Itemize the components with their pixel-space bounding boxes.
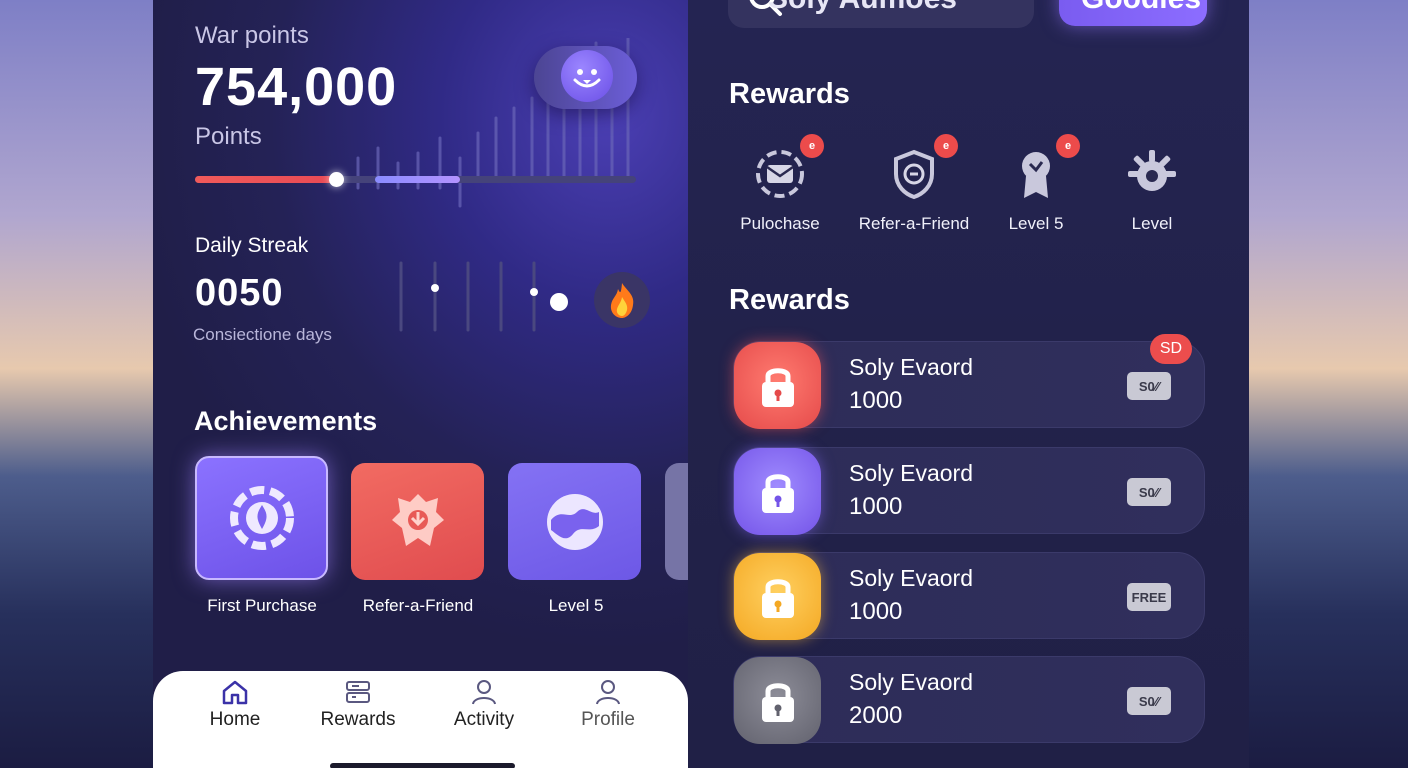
rewards-title: Rewards [729, 78, 850, 110]
progress-knob[interactable] [329, 172, 344, 187]
tab-label: Home [209, 709, 261, 730]
reward-tag: S0⁄⁄ [1127, 372, 1171, 400]
points-progress-bar [195, 172, 636, 187]
mail-icon [756, 150, 804, 198]
goodies-button-label: Goodies [1081, 0, 1201, 16]
war-points-label: War points [195, 22, 309, 49]
profile-icon [596, 680, 620, 705]
sd-badge: SD [1150, 334, 1192, 364]
reward-name: Soly Evaord [849, 565, 974, 591]
home-icon [222, 680, 248, 705]
reward-card[interactable]: Soly Evaord 1000 S0⁄⁄ [733, 447, 1205, 535]
tab-rewards[interactable]: Rewards [303, 679, 413, 731]
tab-label: Profile [581, 709, 635, 730]
category-label: Refer-a-Friend [858, 214, 970, 233]
reward-tag: S0⁄⁄ [1127, 478, 1171, 506]
daily-streak-value: 0050 [195, 272, 284, 314]
notification-badge: e [934, 134, 958, 158]
reward-category-level[interactable]: Level [1082, 146, 1222, 234]
notification-badge: e [1056, 134, 1080, 158]
lock-icon [734, 553, 821, 640]
mascot-icon [561, 50, 613, 102]
first-purchase-icon [229, 486, 294, 550]
tab-home[interactable]: Home [180, 679, 290, 731]
war-points-unit: Points [195, 123, 262, 150]
reward-points: 1000 [849, 493, 903, 520]
achievement-more[interactable] [665, 463, 688, 580]
fire-icon [594, 272, 650, 328]
reward-category-refer[interactable]: e Refer-a-Friend [844, 134, 984, 234]
bottom-tab-bar: Home Rewards Activity Profile [153, 671, 688, 768]
rewards-panel: Soly Aumoes Goodies Rewards e Pulochase … [688, 0, 1249, 768]
achievement-first-purchase[interactable] [195, 456, 328, 580]
rewards-icon [346, 681, 370, 703]
reward-name: Soly Evaord [849, 669, 974, 695]
shield-icon [894, 149, 934, 200]
daily-streak-unit: Consiectione days [193, 325, 332, 344]
reward-name: Soly Evaord [849, 460, 974, 486]
reward-points: 1000 [849, 387, 903, 414]
level-icon [546, 493, 603, 550]
tab-profile[interactable]: Profile [553, 679, 663, 731]
category-label: Level [1131, 214, 1173, 233]
lock-icon [734, 657, 821, 744]
tab-label: Rewards [320, 709, 396, 730]
achievement-level-5[interactable] [508, 463, 641, 580]
refer-friend-icon [391, 493, 444, 546]
reward-tag: FREE [1127, 583, 1171, 611]
achievement-label: Level 5 [548, 596, 604, 615]
ribbon-icon [1022, 152, 1050, 198]
gear-icon [1128, 150, 1176, 191]
achievements-title: Achievements [194, 406, 378, 436]
reward-card[interactable]: Soly Evaord 2000 S0⁄⁄ [733, 656, 1205, 744]
points-panel: War points 754,000 Points Daily Streak 0… [153, 0, 688, 768]
tab-activity[interactable]: Activity [429, 679, 539, 731]
reward-tag: S0⁄⁄ [1127, 687, 1171, 715]
reward-card[interactable]: Soly Evaord 1000 FREE [733, 552, 1205, 640]
achievement-refer-friend[interactable] [351, 463, 484, 580]
streak-timeline [399, 261, 568, 332]
achievement-label: First Purchase [207, 596, 317, 615]
reward-name: Soly Evaord [849, 354, 974, 380]
lock-icon [734, 342, 821, 429]
reward-category-purchase[interactable]: e Pulochase [710, 134, 850, 234]
reward-card[interactable]: Soly Evaord 1000 S0⁄⁄ [733, 341, 1205, 429]
progress-segment [375, 176, 460, 183]
progress-fill [195, 176, 336, 183]
category-label: Pulochase [740, 214, 820, 233]
activity-icon [472, 680, 496, 705]
reward-points: 1000 [849, 598, 903, 625]
search-value: Soly Aumoes [768, 0, 957, 16]
notification-badge: e [800, 134, 824, 158]
rewards-list-title: Rewards [729, 284, 850, 316]
lock-icon [734, 448, 821, 535]
home-indicator [330, 763, 515, 768]
tab-label: Activity [453, 709, 515, 730]
reward-points: 2000 [849, 702, 903, 729]
achievement-label: Refer-a-Friend [362, 596, 474, 615]
daily-streak-label: Daily Streak [195, 234, 309, 257]
